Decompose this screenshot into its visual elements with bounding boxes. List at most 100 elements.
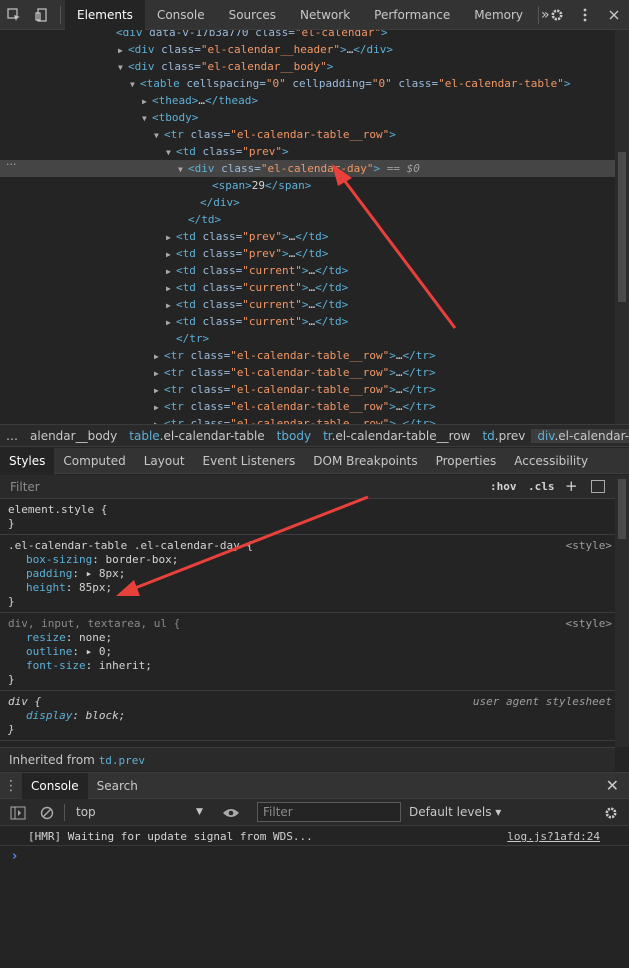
- collapsed-arrow-icon[interactable]: ▶: [118, 42, 128, 59]
- inspect-element-icon[interactable]: [0, 0, 28, 30]
- dom-node-line[interactable]: <span>29</span>: [0, 177, 615, 194]
- expanded-arrow-icon[interactable]: ▼: [178, 161, 188, 178]
- css-property-name[interactable]: outline: [26, 645, 72, 658]
- dom-node-line[interactable]: ▶ <td class="current">…</td>: [0, 296, 615, 313]
- chevron-down-icon[interactable]: ▼: [196, 799, 203, 826]
- dom-node-selected[interactable]: ▼ <div class="el-calendar-day"> == $0: [0, 160, 615, 177]
- rule-selector[interactable]: element.style {: [8, 503, 107, 517]
- hover-state-button[interactable]: :hov: [490, 480, 517, 493]
- css-property-name[interactable]: resize: [26, 631, 66, 644]
- dom-node-line[interactable]: ▶ <td class="current">…</td>: [0, 313, 615, 330]
- collapsed-arrow-icon[interactable]: ▶: [154, 382, 164, 399]
- drawer-tab-console[interactable]: Console: [22, 772, 88, 799]
- style-rule[interactable]: div, input, textarea, ul { <style> resize:…: [0, 613, 615, 691]
- tab-console[interactable]: Console: [145, 0, 217, 30]
- dom-node-line[interactable]: ▼ <table cellspacing="0" cellpadding="0" …: [0, 75, 615, 92]
- console-settings-gear-icon[interactable]: [604, 799, 618, 826]
- close-icon[interactable]: [599, 0, 629, 30]
- clear-console-icon[interactable]: [40, 799, 54, 826]
- css-property-value[interactable]: 85px;: [79, 581, 112, 594]
- new-rule-button[interactable]: +: [565, 477, 578, 495]
- breadcrumb-item[interactable]: div.el-calendar-day: [531, 428, 629, 443]
- rule-selector[interactable]: div {: [8, 695, 41, 709]
- css-property-name[interactable]: font-size: [26, 659, 86, 672]
- dom-node-line[interactable]: ▶<tr class="el-calendar-table__row">…</t…: [0, 415, 615, 424]
- dom-node-line[interactable]: ▶ <td class="current">…</td>: [0, 262, 615, 279]
- expanded-arrow-icon[interactable]: ▼: [130, 76, 140, 93]
- close-drawer-icon[interactable]: ✕: [606, 776, 619, 795]
- dom-node-line[interactable]: ▶ <div class="el-calendar__header">…</div…: [0, 41, 615, 58]
- collapsed-arrow-icon[interactable]: ▶: [154, 399, 164, 416]
- style-rule[interactable]: .el-calendar-table .el-calendar-day {<st…: [0, 535, 615, 613]
- css-property-value[interactable]: border-box;: [105, 553, 178, 566]
- dom-node-line[interactable]: ▼ <tr class="el-calendar-table__row">: [0, 126, 615, 143]
- console-filter-input[interactable]: Filter: [257, 802, 401, 822]
- collapsed-arrow-icon[interactable]: ▶: [166, 263, 176, 280]
- collapsed-arrow-icon[interactable]: ▶: [154, 348, 164, 365]
- scrollbar-thumb[interactable]: [618, 479, 626, 539]
- tab-layout[interactable]: Layout: [135, 448, 194, 474]
- css-property-value[interactable]: none;: [79, 631, 112, 644]
- tab-sources[interactable]: Sources: [217, 0, 288, 30]
- css-declaration[interactable]: font-size: inherit;: [26, 659, 152, 673]
- log-source-link[interactable]: log.js?1afd:24: [507, 830, 600, 843]
- dom-node-line[interactable]: ▶ <td class="current">…</td>: [0, 279, 615, 296]
- gear-icon[interactable]: [543, 0, 571, 30]
- tab-elements[interactable]: Elements: [65, 0, 145, 30]
- breadcrumb-item[interactable]: td.prev: [476, 429, 531, 443]
- collapsed-arrow-icon[interactable]: ▶: [166, 246, 176, 263]
- tab-performance[interactable]: Performance: [362, 0, 462, 30]
- expanded-arrow-icon[interactable]: ▼: [118, 59, 128, 76]
- css-property-value[interactable]: inherit;: [99, 659, 152, 672]
- dom-node-line[interactable]: </tr>: [0, 330, 615, 347]
- breadcrumb-item[interactable]: alendar__body: [24, 429, 123, 443]
- breadcrumb-item[interactable]: tr.el-calendar-table__row: [317, 429, 476, 443]
- rule-source-link[interactable]: <style>: [566, 617, 612, 630]
- collapsed-arrow-icon[interactable]: ▶: [166, 229, 176, 246]
- rule-selector[interactable]: div, input, textarea, ul {: [8, 617, 180, 631]
- breadcrumb-item[interactable]: table.el-calendar-table: [123, 429, 270, 443]
- dom-node-line[interactable]: ▼ <tbody>: [0, 109, 615, 126]
- drawer-menu-icon[interactable]: ⋮: [0, 778, 22, 794]
- dom-node-line[interactable]: </td>: [0, 211, 615, 228]
- collapsed-arrow-icon[interactable]: ▶: [166, 297, 176, 314]
- more-options-icon[interactable]: [571, 0, 599, 30]
- styles-scrollbar[interactable]: [615, 475, 629, 747]
- collapsed-arrow-icon[interactable]: ▶: [166, 314, 176, 331]
- css-property-name[interactable]: padding: [26, 567, 72, 580]
- dom-node-line[interactable]: ▼ <td class="prev">: [0, 143, 615, 160]
- css-declaration[interactable]: padding: ▸ 8px;: [26, 567, 125, 581]
- tab-network[interactable]: Network: [288, 0, 362, 30]
- device-toolbar-icon[interactable]: [28, 0, 56, 30]
- css-declaration[interactable]: display: block;: [26, 709, 125, 723]
- breadcrumb-item[interactable]: …: [0, 429, 24, 443]
- tab-properties[interactable]: Properties: [427, 448, 506, 474]
- expanded-arrow-icon[interactable]: ▼: [142, 110, 152, 127]
- scrollbar-thumb[interactable]: [618, 152, 626, 302]
- sidebar-toggle-icon[interactable]: [10, 799, 26, 826]
- dom-node-line[interactable]: ▼ <div class="el-calendar__body">: [0, 58, 615, 75]
- collapsed-arrow-icon[interactable]: ▶: [142, 93, 152, 110]
- elements-tree[interactable]: <div data-v-17b3a770 class="el-calendar"…: [0, 30, 615, 424]
- css-property-value[interactable]: block;: [86, 709, 126, 722]
- css-declaration[interactable]: resize: none;: [26, 631, 112, 645]
- css-property-value[interactable]: 8px;: [99, 567, 126, 580]
- style-rule[interactable]: element.style {}: [0, 499, 615, 535]
- dom-node-line[interactable]: </div>: [0, 194, 615, 211]
- css-property-name[interactable]: height: [26, 581, 66, 594]
- expanded-arrow-icon[interactable]: ▼: [154, 127, 164, 144]
- collapsed-arrow-icon[interactable]: ▶: [166, 280, 176, 297]
- dom-node-line[interactable]: ▶<tr class="el-calendar-table__row">…</t…: [0, 398, 615, 415]
- collapsed-arrow-icon[interactable]: ▶: [154, 365, 164, 382]
- log-levels-dropdown[interactable]: Default levels ▾: [409, 799, 501, 826]
- console-output[interactable]: [0, 846, 629, 968]
- css-declaration[interactable]: outline: ▸ 0;: [26, 645, 112, 659]
- tab-dom-breakpoints[interactable]: DOM Breakpoints: [304, 448, 426, 474]
- tab-event-listeners[interactable]: Event Listeners: [194, 448, 305, 474]
- dom-node-line[interactable]: ▶<tr class="el-calendar-table__row">…</t…: [0, 364, 615, 381]
- inherited-target-link[interactable]: td.prev: [99, 754, 145, 767]
- css-property-value[interactable]: 0;: [99, 645, 112, 658]
- breadcrumb-item[interactable]: tbody: [271, 429, 317, 443]
- dom-node-line[interactable]: ▶<tr class="el-calendar-table__row">…</t…: [0, 381, 615, 398]
- rule-selector[interactable]: .el-calendar-table .el-calendar-day {: [8, 539, 253, 553]
